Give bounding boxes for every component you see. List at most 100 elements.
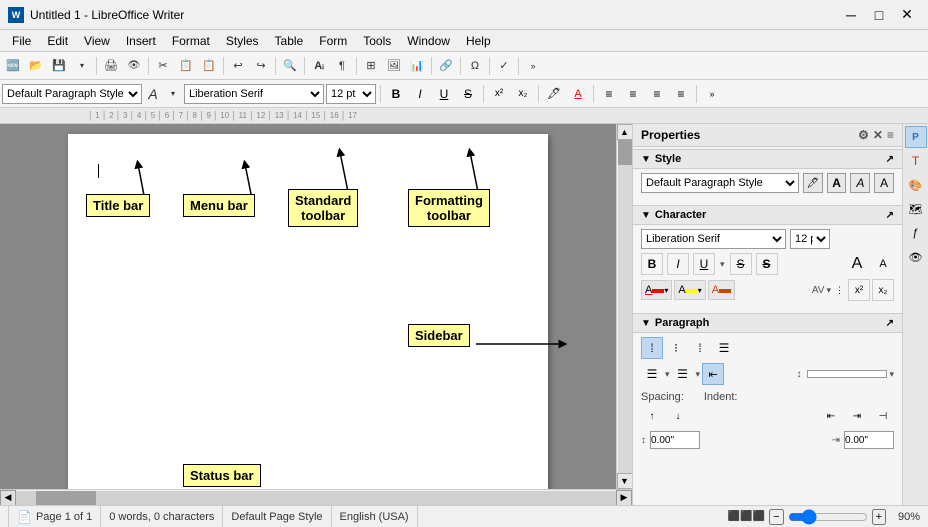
indent-increase[interactable]: ⇥ [846, 405, 868, 427]
align-justify-button[interactable]: ≡ [670, 83, 692, 105]
sidebar-collapse-icon[interactable]: ≡ [887, 128, 894, 142]
sidebar-highlight-button[interactable]: A ▾ [674, 280, 705, 300]
menu-styles[interactable]: Styles [218, 32, 267, 50]
menu-insert[interactable]: Insert [118, 32, 164, 50]
sidebar-charshading-button[interactable]: A [708, 280, 735, 300]
open-button[interactable]: 📂 [25, 55, 47, 77]
menu-format[interactable]: Format [164, 32, 218, 50]
sidebar-para-decrease-indent[interactable]: ⇤ [702, 363, 724, 385]
sidebar-small-A-button[interactable]: A [872, 253, 894, 275]
font-style-drop-button[interactable]: ▾ [164, 83, 182, 105]
sidebar-para-list1[interactable]: ☰ [641, 363, 663, 385]
menu-table[interactable]: Table [267, 32, 312, 50]
sidebar-dblstrike-button[interactable]: S [756, 253, 778, 275]
sidebar-style-apply-button[interactable]: A [874, 173, 894, 193]
save-button[interactable]: 💾 [48, 55, 70, 77]
sidebar-para-list2[interactable]: ☰ [672, 363, 694, 385]
cut-button[interactable]: ✂ [152, 55, 174, 77]
sidebar-style-select[interactable]: Default Paragraph Style [641, 173, 799, 193]
sidebar-para-align-right[interactable]: ⁞ [689, 337, 711, 359]
paragraph-section-expand-icon[interactable]: ↗ [886, 318, 894, 329]
align-right-button[interactable]: ≡ [646, 83, 668, 105]
print-button[interactable]: 🖨 [100, 55, 122, 77]
font-color-button[interactable]: A [567, 83, 589, 105]
sidebar-italic-button[interactable]: I [667, 253, 689, 275]
menu-form[interactable]: Form [311, 32, 355, 50]
copy-button[interactable]: 📋 [175, 55, 197, 77]
find-button[interactable]: 🔍 [279, 55, 301, 77]
scroll-up-button[interactable]: ▲ [617, 124, 633, 140]
para-list2-drop[interactable]: ▾ [696, 369, 701, 380]
sidebar-style-edit-button[interactable]: 🖊 [803, 173, 823, 193]
spacing-av-drop[interactable]: ▾ [826, 285, 831, 296]
print-preview-button[interactable]: 👁 [123, 55, 145, 77]
paragraph-style-select[interactable]: Default Paragraph Style [2, 84, 142, 104]
scroll-down-button[interactable]: ▼ [617, 473, 633, 489]
spacing-above-input[interactable] [650, 431, 700, 449]
maximize-button[interactable]: □ [866, 4, 892, 26]
menu-tools[interactable]: Tools [355, 32, 399, 50]
font-name-select[interactable]: Liberation Serif [184, 84, 324, 104]
highlight-button[interactable]: 🖊 [543, 83, 565, 105]
sidebar-character-header[interactable]: ▼ Character ↗ [633, 205, 902, 225]
italic-button[interactable]: I [409, 83, 431, 105]
scroll-right-button[interactable]: ▶ [616, 490, 632, 506]
sidebar-subscript-button[interactable]: x₂ [872, 279, 894, 301]
right-navigator-button[interactable]: 🗺 [905, 198, 927, 220]
sidebar-underline-button[interactable]: U [693, 253, 715, 275]
sidebar-strike-button[interactable]: S [730, 253, 752, 275]
para-indent-drop[interactable]: ▾ [889, 369, 894, 380]
right-functions-button[interactable]: ƒ [905, 222, 927, 244]
indent-value-input[interactable] [844, 431, 894, 449]
sidebar-bold-button[interactable]: B [641, 253, 663, 275]
sidebar-para-align-left[interactable]: ⁞ [641, 337, 663, 359]
insert-special-button[interactable]: Ω [464, 55, 486, 77]
format-marks-button[interactable]: ¶ [331, 55, 353, 77]
insert-table-button[interactable]: ⊞ [360, 55, 382, 77]
paste-button[interactable]: 📋 [198, 55, 220, 77]
font-style-icon-button[interactable]: A [144, 83, 162, 105]
font-size-select[interactable]: 12 pt [326, 84, 376, 104]
toolbar-overflow[interactable]: » [522, 55, 544, 77]
save-drop-button[interactable]: ▾ [71, 55, 93, 77]
undo-button[interactable]: ↩ [227, 55, 249, 77]
sidebar-font-size-select[interactable]: 12 pt [790, 229, 830, 249]
strikethrough-button[interactable]: S [457, 83, 479, 105]
menu-edit[interactable]: Edit [39, 32, 76, 50]
menu-help[interactable]: Help [458, 32, 499, 50]
document-area[interactable]: Title bar Menu bar [0, 124, 616, 489]
sidebar-close-icon[interactable]: ✕ [873, 128, 883, 142]
align-left-button[interactable]: ≡ [598, 83, 620, 105]
zoom-decrease-button[interactable]: − [769, 509, 783, 525]
highlight-drop[interactable]: ▾ [698, 286, 702, 295]
sidebar-para-align-center[interactable]: ⁝ [665, 337, 687, 359]
scroll-thumb[interactable] [618, 140, 632, 165]
minimize-button[interactable]: ─ [838, 4, 864, 26]
menu-view[interactable]: View [76, 32, 118, 50]
indent-decrease[interactable]: ⇤ [820, 405, 842, 427]
close-button[interactable]: ✕ [894, 4, 920, 26]
styles-button[interactable]: Aᵢ [308, 55, 330, 77]
zoom-slider[interactable] [788, 509, 868, 525]
style-section-expand-icon[interactable]: ↗ [886, 154, 894, 165]
sidebar-big-A-button[interactable]: A [846, 253, 868, 275]
spacing-above-increase[interactable]: ↓ [667, 405, 689, 427]
format-overflow[interactable]: » [701, 83, 723, 105]
sidebar-style-clear-button[interactable]: A [850, 173, 870, 193]
hanging-indent[interactable]: ⊣ [872, 405, 894, 427]
sidebar-font-color-button[interactable]: A ▾ [641, 280, 672, 300]
right-styles-button[interactable]: T [905, 150, 927, 172]
scroll-left-button[interactable]: ◀ [0, 490, 16, 506]
sidebar-para-align-justify[interactable]: ☰ [713, 337, 735, 359]
sidebar-style-header[interactable]: ▼ Style ↗ [633, 149, 902, 169]
right-properties-button[interactable]: P [905, 126, 927, 148]
bold-button[interactable]: B [385, 83, 407, 105]
insert-image-button[interactable]: 🖼 [383, 55, 405, 77]
zoom-increase-button[interactable]: + [872, 509, 886, 525]
menu-window[interactable]: Window [399, 32, 458, 50]
spacing-above-decrease[interactable]: ↑ [641, 405, 663, 427]
subscript-button[interactable]: x₂ [512, 83, 534, 105]
spell-button[interactable]: ✓ [493, 55, 515, 77]
sidebar-settings-icon[interactable]: ⚙ [858, 128, 869, 142]
h-scroll-thumb[interactable] [36, 491, 96, 505]
